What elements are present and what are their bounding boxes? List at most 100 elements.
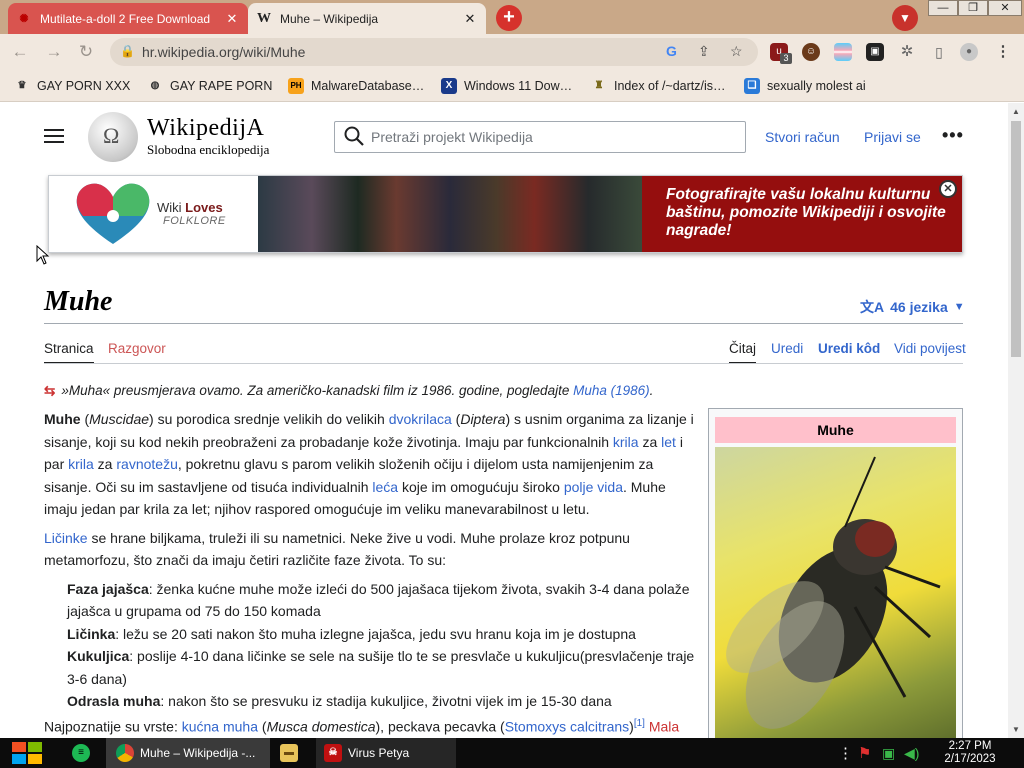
reload-icon[interactable]: ↻: [74, 41, 98, 63]
side-panel-icon[interactable]: ▯: [930, 43, 948, 61]
taskbar-app-chrome[interactable]: Muhe – Wikipedija -...: [106, 738, 270, 768]
tab-edit[interactable]: Uredi: [771, 341, 803, 362]
bookmark-item[interactable]: ♜ Index of /~dartz/is…: [591, 77, 726, 95]
extensions-puzzle-icon[interactable]: ✲: [898, 43, 916, 61]
stage-name: Kukuljica: [67, 648, 130, 664]
bookmark-item[interactable]: ◍ GAY RAPE PORN: [147, 77, 273, 95]
life-stage-list: Faza jajašca: ženka kućne muhe može izle…: [44, 578, 696, 713]
user-favicon-icon: ♛: [17, 80, 27, 91]
article-link[interactable]: leća: [372, 479, 398, 495]
close-tab-icon[interactable]: ✕: [462, 11, 478, 27]
tab-talk[interactable]: Razgovor: [108, 341, 166, 362]
bookmark-item[interactable]: ❑ sexually molest ai: [744, 77, 866, 95]
wikipedia-wordmark[interactable]: WikipedijA: [147, 115, 264, 142]
lock-icon: 🔒: [120, 44, 135, 58]
forward-arrow-icon[interactable]: →: [42, 41, 66, 63]
banner-close-icon[interactable]: ✕: [939, 180, 957, 198]
text: za: [93, 456, 117, 472]
tab-page[interactable]: Stranica: [44, 341, 94, 364]
clock-time: 2:27 PM: [948, 740, 992, 752]
flag-extension-icon[interactable]: [834, 43, 852, 61]
bookmark-item[interactable]: X Windows 11 Dow…: [441, 77, 572, 95]
browser-tab[interactable]: ✺ Mutilate-a-doll 2 Free Download ✕: [8, 3, 248, 34]
scroll-down-icon[interactable]: ▼: [1012, 725, 1020, 734]
tab-edit-source[interactable]: Uredi kôd: [818, 341, 880, 362]
article-link[interactable]: Ličinke: [44, 530, 88, 546]
taskbar-label: Muhe – Wikipedija -...: [140, 746, 256, 760]
paragraph: Muhe (Muscidae) su porodica srednje veli…: [44, 408, 696, 521]
scrollbar-thumb[interactable]: [1011, 121, 1021, 357]
folklore-photo-strip: [258, 176, 642, 252]
bookmark-item[interactable]: PH MalwareDatabase…: [288, 77, 424, 95]
login-link[interactable]: Prijavi se: [864, 129, 921, 145]
article-link[interactable]: krila: [68, 456, 94, 472]
tab-history[interactable]: Vidi povijest: [894, 341, 966, 362]
search-input[interactable]: [371, 126, 731, 148]
tray-overflow-icon[interactable]: ⋮: [838, 738, 853, 768]
taskbar-app-virus[interactable]: ☠ Virus Petya: [316, 738, 456, 768]
start-button[interactable]: [10, 738, 44, 768]
tab-read[interactable]: Čitaj: [729, 341, 757, 364]
wikipedia-favicon-icon: W: [257, 10, 271, 26]
article-link[interactable]: ravnotežu: [116, 456, 177, 472]
avatar-extension-icon[interactable]: ☺: [802, 43, 820, 61]
banner-brand-sub: FOLKLORE: [163, 215, 226, 227]
chevron-down-icon: ▼: [953, 301, 965, 313]
wiki-loves-folklore-banner[interactable]: Wiki Loves FOLKLORE Fotografirajte vašu …: [48, 175, 963, 253]
bookmark-item[interactable]: ♛ GAY PORN XXX: [14, 77, 131, 95]
article-link[interactable]: dvokrilaca: [389, 411, 452, 427]
back-arrow-icon[interactable]: ←: [8, 41, 32, 63]
article-link[interactable]: Stomoxys calcitrans: [505, 718, 629, 734]
citation-link[interactable]: [1]: [634, 718, 645, 729]
fly-photo[interactable]: [715, 447, 956, 739]
taskbar-clock[interactable]: 2:27 PM 2/17/2023: [930, 740, 1010, 766]
profile-avatar-icon[interactable]: ●: [960, 43, 978, 61]
close-window-icon[interactable]: ✕: [988, 0, 1022, 16]
create-account-link[interactable]: Stvori račun: [765, 129, 840, 145]
extension-badge: 3: [780, 53, 792, 64]
language-count: 46 jezika: [890, 299, 948, 315]
article-link[interactable]: kućna muha: [182, 718, 258, 734]
bookmark-label: sexually molest ai: [767, 79, 866, 93]
article-body: Muhe (Muscidae) su porodica srednje veli…: [44, 408, 696, 739]
scroll-up-icon[interactable]: ▲: [1012, 107, 1020, 116]
wikipedia-globe-logo[interactable]: Ω: [88, 112, 138, 162]
language-button[interactable]: 文A 46 jezika ▼: [860, 297, 965, 317]
close-tab-icon[interactable]: ✕: [224, 11, 240, 27]
browser-menu-icon[interactable]: ⋮: [994, 43, 1012, 61]
hatnote-link[interactable]: Muha (1986): [573, 383, 650, 398]
text: koje im omogućuju široko: [398, 478, 564, 495]
taskbar-app[interactable]: ≡: [72, 738, 96, 768]
main-menu-icon[interactable]: [44, 129, 64, 143]
browser-tab-active[interactable]: W Muhe – Wikipedija ✕: [248, 3, 486, 34]
article-link[interactable]: let: [661, 434, 676, 450]
spotify-icon: ≡: [72, 744, 90, 762]
tampermonkey-extension-icon[interactable]: ▣: [866, 43, 884, 61]
new-tab-button[interactable]: +: [496, 5, 522, 31]
more-options-icon[interactable]: •••: [942, 125, 964, 146]
article-link[interactable]: krila: [613, 434, 639, 450]
page-scrollbar[interactable]: ▲ ▼: [1008, 103, 1024, 739]
share-icon[interactable]: ⇪: [698, 43, 710, 60]
google-lens-icon[interactable]: G: [666, 43, 677, 59]
address-bar[interactable]: 🔒 hr.wikipedia.org/wiki/Muhe G ⇪ ☆: [110, 38, 758, 66]
restore-window-icon[interactable]: ❐: [958, 0, 988, 16]
text: Muhe: [44, 411, 81, 427]
text: Muscidae: [89, 411, 150, 427]
article-link[interactable]: Mala: [645, 718, 679, 734]
minimize-window-icon[interactable]: —: [928, 0, 958, 16]
tab-search-chevron-icon[interactable]: ▼: [892, 5, 918, 31]
bookmark-label: Index of /~dartz/is…: [614, 79, 726, 93]
volume-tray-icon[interactable]: ◀): [904, 738, 919, 768]
translate-icon: 文A: [860, 299, 885, 315]
banner-brand: Wiki Loves: [157, 200, 223, 215]
search-box[interactable]: [334, 121, 746, 153]
tabs-divider: [44, 363, 963, 364]
article-link[interactable]: polje vida: [564, 479, 623, 495]
stage-name: Ličinka: [67, 625, 116, 642]
flag-tray-icon[interactable]: ⚑: [858, 738, 871, 768]
taskbar-app[interactable]: ▬: [280, 738, 304, 768]
bookmark-star-icon[interactable]: ☆: [730, 43, 743, 60]
skull-icon: ☠: [324, 744, 342, 762]
network-tray-icon[interactable]: ▣: [882, 738, 895, 768]
